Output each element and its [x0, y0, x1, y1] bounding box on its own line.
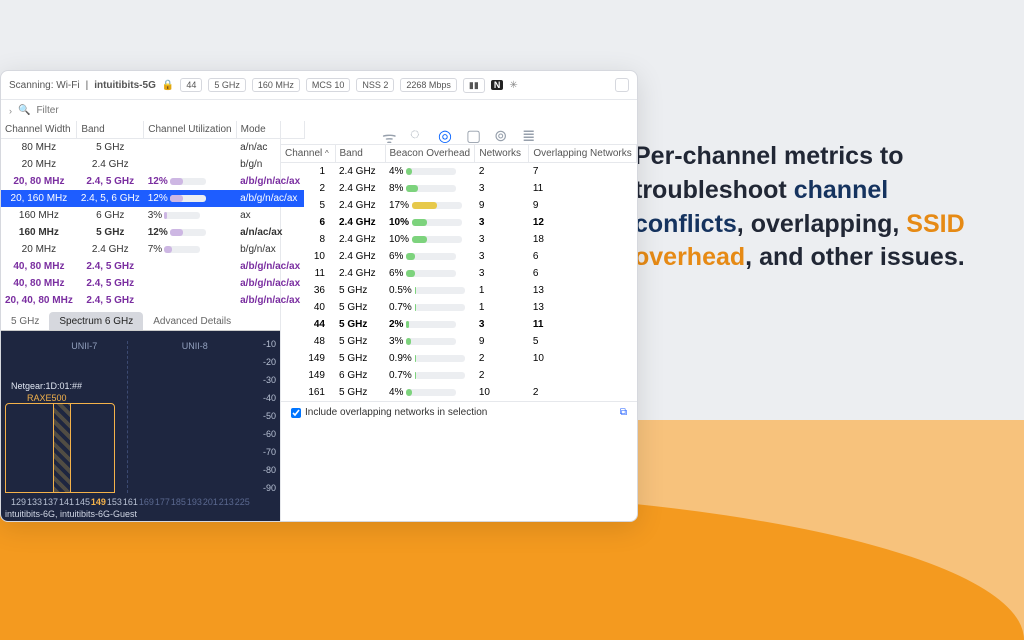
tab-advanced[interactable]: Advanced Details [143, 312, 241, 330]
col-band[interactable]: Band [77, 121, 144, 139]
table-row[interactable]: 1615 GHz4% 102 [281, 384, 637, 401]
col-channel[interactable]: Channel ^ [281, 145, 335, 163]
footer-bar: Include overlapping networks in selectio… [281, 401, 637, 423]
sidebar-toggle-button[interactable] [615, 78, 629, 92]
col-overlapping[interactable]: Overlapping Networks [529, 145, 637, 163]
table-row[interactable]: 405 GHz0.7% 113 [281, 299, 637, 316]
table-row[interactable]: 20, 40, 80 MHz2.4, 5 GHza/b/g/n/ac/ax [1, 292, 304, 309]
table-row[interactable]: 12.4 GHz4% 27 [281, 163, 637, 181]
chip-band: 5 GHz [208, 78, 246, 92]
include-overlapping-checkbox[interactable] [291, 408, 301, 418]
wifi-icon[interactable]: ᯤ [382, 126, 396, 140]
table-row[interactable]: 40, 80 MHz2.4, 5 GHza/b/g/n/ac/ax [1, 275, 304, 292]
filter-input[interactable] [36, 105, 629, 116]
table-row[interactable]: 102.4 GHz6% 36 [281, 248, 637, 265]
chip-nss: NSS 2 [356, 78, 394, 92]
table-row[interactable]: 40, 80 MHz2.4, 5 GHza/b/g/n/ac/ax [1, 258, 304, 275]
lock-icon: 🔒 [162, 80, 174, 91]
table-row[interactable]: 112.4 GHz6% 36 [281, 265, 637, 282]
x-axis: 1291331371411451491531611691771851932012… [11, 497, 250, 507]
table-row[interactable]: 1496 GHz0.7% 2 [281, 367, 637, 384]
tab-5ghz[interactable]: 5 GHz [1, 312, 49, 330]
chevron-right-icon[interactable]: › [9, 106, 12, 116]
table-row[interactable]: 22.4 GHz8% 311 [281, 180, 637, 197]
signal-icon[interactable]: ⊚ [494, 126, 508, 140]
col-band-r[interactable]: Band [335, 145, 385, 163]
broadcast-icon[interactable]: ◌ [410, 126, 424, 140]
col-utilization[interactable]: Channel Utilization [144, 121, 236, 139]
table-row[interactable]: 20 MHz2.4 GHz7%b/g/n/ax [1, 241, 304, 258]
titlebar-sep: | [86, 80, 89, 91]
col-beacon[interactable]: Beacon Overhead [385, 145, 475, 163]
details-icon[interactable]: ≣ [522, 126, 536, 140]
search-icon: 🔍 [18, 105, 30, 116]
networks-table[interactable]: Channel Width Band Channel Utilization M… [1, 121, 305, 309]
spinner-icon: ✳ [509, 80, 517, 91]
net-label-1: Netgear:1D:01:## [11, 381, 82, 391]
net-label-2: RAXE500 [27, 393, 67, 403]
chip-width: 160 MHz [252, 78, 300, 92]
spectrum-ssid-line: intuitibits-6G, intuitibits-6G-Guest [5, 509, 137, 519]
filter-bar: › 🔍 [1, 99, 637, 121]
unii7-label: UNII-7 [71, 341, 97, 351]
table-row[interactable]: 365 GHz0.5% 113 [281, 282, 637, 299]
chip-channel: 44 [180, 78, 202, 92]
table-row[interactable]: 485 GHz3% 95 [281, 333, 637, 350]
channels-table[interactable]: Channel ^ Band Beacon Overhead Networks … [281, 145, 637, 401]
device-icon[interactable]: ▢ [466, 126, 480, 140]
spectrum-chart[interactable]: -10-20-30-40-50-60-70-80-90 UNII-7 UNII-… [1, 331, 280, 521]
table-row[interactable]: 160 MHz6 GHz3%ax [1, 207, 304, 224]
signal-icon: ▮▮ [463, 78, 485, 93]
scanning-label: Scanning: Wi-Fi [9, 80, 80, 91]
table-row[interactable]: 82.4 GHz10% 318 [281, 231, 637, 248]
table-row[interactable]: 445 GHz2% 311 [281, 316, 637, 333]
promo-text: Per-channel metrics to troubleshoot chan… [634, 140, 984, 275]
table-row[interactable]: 62.4 GHz10% 312 [281, 214, 637, 231]
y-axis: -10-20-30-40-50-60-70-80-90 [263, 339, 276, 493]
n-badge: N [491, 80, 504, 90]
col-channel-width[interactable]: Channel Width [1, 121, 77, 139]
table-row[interactable]: 20, 160 MHz2.4, 5, 6 GHz12%a/b/g/n/ac/ax [1, 190, 304, 207]
signal-fill [53, 403, 71, 493]
chip-mcs: MCS 10 [306, 78, 351, 92]
expand-icon[interactable]: ⧉ [620, 407, 627, 418]
tab-spectrum-6ghz[interactable]: Spectrum 6 GHz [49, 312, 143, 330]
table-row[interactable]: 160 MHz5 GHz12%a/n/ac/ax [1, 224, 304, 241]
target-icon[interactable]: ◎ [438, 126, 452, 140]
table-row[interactable]: 20, 80 MHz2.4, 5 GHz12%a/b/g/n/ac/ax [1, 173, 304, 190]
titlebar: Scanning: Wi-Fi | intuitibits-5G 🔒 44 5 … [1, 71, 637, 99]
unii8-label: UNII-8 [182, 341, 208, 351]
table-row[interactable]: 52.4 GHz17% 99 [281, 197, 637, 214]
app-window: Scanning: Wi-Fi | intuitibits-5G 🔒 44 5 … [0, 70, 638, 522]
sort-asc-icon: ^ [325, 149, 329, 158]
spectrum-tabs: 5 GHz Spectrum 6 GHz Advanced Details [1, 309, 280, 331]
include-overlapping-label: Include overlapping networks in selectio… [305, 407, 487, 418]
table-row[interactable]: 1495 GHz0.9% 210 [281, 350, 637, 367]
col-networks[interactable]: Networks [475, 145, 529, 163]
table-row[interactable]: 80 MHz5 GHza/n/ac [1, 139, 304, 157]
titlebar-ssid: intuitibits-5G [94, 80, 156, 91]
chip-rate: 2268 Mbps [400, 78, 457, 92]
toolstrip: ᯤ ◌ ◎ ▢ ⊚ ≣ [281, 121, 637, 145]
table-row[interactable]: 20 MHz2.4 GHzb/g/n [1, 156, 304, 173]
